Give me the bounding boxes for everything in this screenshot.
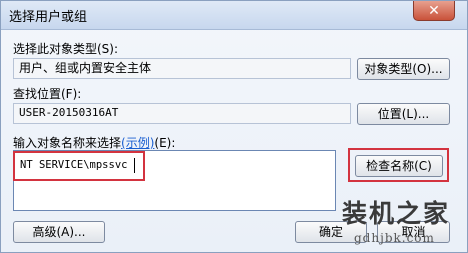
object-type-label: 选择此对象类型(S): — [13, 42, 119, 56]
examples-link[interactable]: (示例) — [121, 136, 154, 150]
object-names-label: 输入对象名称来选择(示例)(E): — [13, 134, 175, 151]
title-bar: 选择用户或组 ✕ — [1, 1, 467, 30]
object-types-button[interactable]: 对象类型(O)... — [357, 58, 450, 80]
object-names-label-text: 输入对象名称来选择 — [13, 136, 122, 150]
watermark-title: 装机之家 — [342, 199, 451, 228]
object-names-label-suffix: (E): — [154, 136, 176, 150]
location-field: USER-20150316AT — [13, 103, 351, 124]
advanced-button[interactable]: 高级(A)... — [13, 221, 105, 243]
watermark-url: gdhjbk.com — [354, 231, 435, 245]
location-label: 查找位置(F): — [13, 87, 82, 101]
window-title: 选择用户或组 — [9, 10, 88, 25]
highlight-box-input — [13, 151, 145, 181]
close-button[interactable]: ✕ — [413, 1, 455, 21]
locations-button[interactable]: 位置(L)... — [357, 103, 450, 125]
select-users-or-groups-dialog: 选择用户或组 ✕ 选择此对象类型(S): 用户、组或内置安全主体 对象类型(O)… — [0, 0, 468, 253]
highlight-box-check-names — [348, 148, 449, 182]
object-type-field: 用户、组或内置安全主体 — [13, 58, 351, 79]
close-icon: ✕ — [428, 3, 440, 19]
